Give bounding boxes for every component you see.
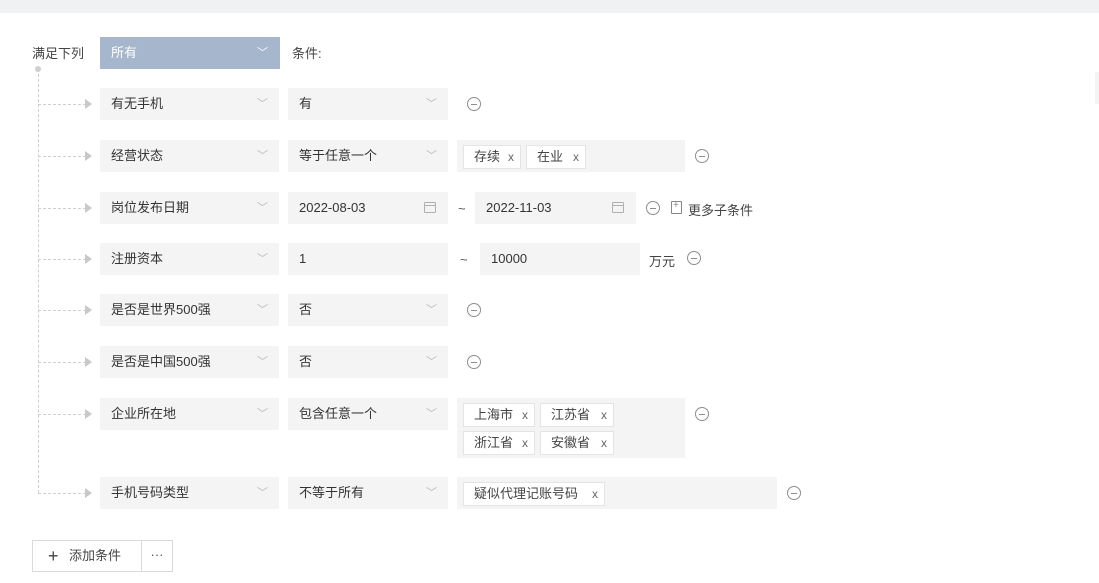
chevron-down-icon: ﹀ [257,408,268,420]
match-mode-value: 所有 [111,45,138,60]
chevron-down-icon: ﹀ [257,98,268,110]
tag: 存续 x [463,145,521,169]
remove-condition-icon[interactable] [646,201,660,215]
tag-close-icon[interactable]: x [592,483,598,505]
tag: 江苏省 x [540,403,614,427]
field-select[interactable]: 经营状态 ﹀ [100,140,279,172]
field-select[interactable]: 是否是世界500强 ﹀ [100,294,279,326]
match-mode-select[interactable]: 所有 ﹀ [100,37,280,69]
match-label: 满足下列 [32,46,85,61]
field-select[interactable]: 有无手机 ﹀ [100,88,279,120]
unit-label: 万元 [649,254,676,269]
remove-condition-icon[interactable] [787,486,801,500]
tag: 在业 x [526,145,586,169]
range-separator: ~ [460,252,468,267]
arrow-icon [85,99,92,109]
chevron-down-icon: ﹀ [426,408,437,420]
end-date-input[interactable]: 2022-11-03 [475,192,636,224]
operator-select[interactable]: 包含任意一个 ﹀ [288,398,448,430]
tree-branch [38,310,86,311]
start-date-input[interactable]: 2022-08-03 [288,192,448,224]
tree-branch [38,414,86,415]
field-select[interactable]: 注册资本 ﹀ [100,243,279,275]
tag-close-icon[interactable]: x [508,146,514,168]
tree-branch [38,156,86,157]
chevron-down-icon: ﹀ [257,356,268,368]
remove-condition-icon[interactable] [687,251,701,265]
field-select[interactable]: 手机号码类型 ﹀ [100,477,279,509]
chevron-down-icon: ﹀ [257,150,268,162]
tag-close-icon[interactable]: x [601,432,607,454]
condition-label: 条件: [292,46,322,61]
tag: 疑似代理记账号码 x [463,482,605,506]
arrow-icon [85,203,92,213]
calendar-icon [424,202,436,213]
field-select[interactable]: 是否是中国500强 ﹀ [100,346,279,378]
tree-branch [38,104,86,105]
tree-branch [38,208,86,209]
chevron-down-icon: ﹀ [426,98,437,110]
remove-condition-icon[interactable] [695,149,709,163]
tag-close-icon[interactable]: x [522,432,528,454]
top-bar [0,0,1099,13]
chevron-down-icon: ﹀ [426,356,437,368]
field-select[interactable]: 岗位发布日期 ﹀ [100,192,279,224]
plus-icon: + [48,546,59,566]
remove-condition-icon[interactable] [695,407,709,421]
tag: 浙江省 x [463,431,535,455]
more-subconditions-link[interactable]: 更多子条件 [688,200,753,219]
max-value-input[interactable]: 10000 [480,243,640,275]
operator-select[interactable]: 有 ﹀ [288,88,448,120]
remove-condition-icon[interactable] [467,355,481,369]
tag: 上海市 x [463,403,535,427]
operator-select[interactable]: 等于任意一个 ﹀ [288,140,448,172]
tag-close-icon[interactable]: x [573,146,579,168]
chevron-down-icon: ﹀ [257,47,268,59]
scroll-edge [1095,72,1099,104]
remove-condition-icon[interactable] [467,303,481,317]
min-value-input[interactable]: 1 [288,243,448,275]
chevron-down-icon: ﹀ [257,304,268,316]
tree-line [38,69,39,493]
chevron-down-icon: ﹀ [426,487,437,499]
chevron-down-icon: ﹀ [426,304,437,316]
arrow-icon [85,409,92,419]
more-options-button[interactable]: ··· [141,540,173,572]
operator-select[interactable]: 不等于所有 ﹀ [288,477,448,509]
arrow-icon [85,254,92,264]
chevron-down-icon: ﹀ [257,487,268,499]
arrow-icon [85,151,92,161]
field-select[interactable]: 企业所在地 ﹀ [100,398,279,430]
chevron-down-icon: ﹀ [257,202,268,214]
tree-branch [38,493,86,494]
tree-branch [38,362,86,363]
chevron-down-icon: ﹀ [426,150,437,162]
chevron-down-icon: ﹀ [257,253,268,265]
arrow-icon [85,488,92,498]
tree-branch [38,259,86,260]
tag: 安徽省 x [540,431,614,455]
calendar-icon [612,202,624,213]
tag-close-icon[interactable]: x [601,404,607,426]
tag-close-icon[interactable]: x [522,404,528,426]
operator-select[interactable]: 否 ﹀ [288,294,448,326]
arrow-icon [85,357,92,367]
operator-select[interactable]: 否 ﹀ [288,346,448,378]
arrow-icon [85,305,92,315]
add-subcondition-icon[interactable] [671,200,682,214]
add-condition-button[interactable]: + 添加条件 [32,540,142,572]
range-separator: ~ [458,201,466,216]
remove-condition-icon[interactable] [467,97,481,111]
add-condition-label: 添加条件 [69,548,122,563]
